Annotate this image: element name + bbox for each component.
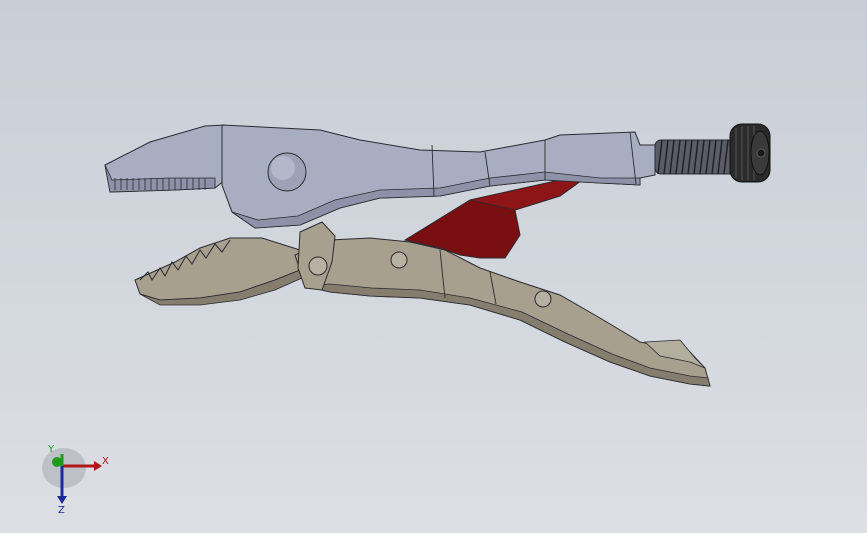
y-axis-label: Y — [47, 444, 55, 455]
z-axis-label: Z — [58, 505, 65, 515]
screw-knob[interactable] — [729, 123, 771, 183]
lower-handle[interactable] — [134, 221, 711, 387]
graphics-viewport[interactable]: X Y Z — [0, 0, 867, 533]
locking-pliers-model[interactable] — [0, 0, 867, 533]
coordinate-triad[interactable]: X Y Z — [40, 440, 115, 515]
upper-handle[interactable] — [104, 124, 656, 229]
x-axis-label: X — [102, 456, 109, 467]
